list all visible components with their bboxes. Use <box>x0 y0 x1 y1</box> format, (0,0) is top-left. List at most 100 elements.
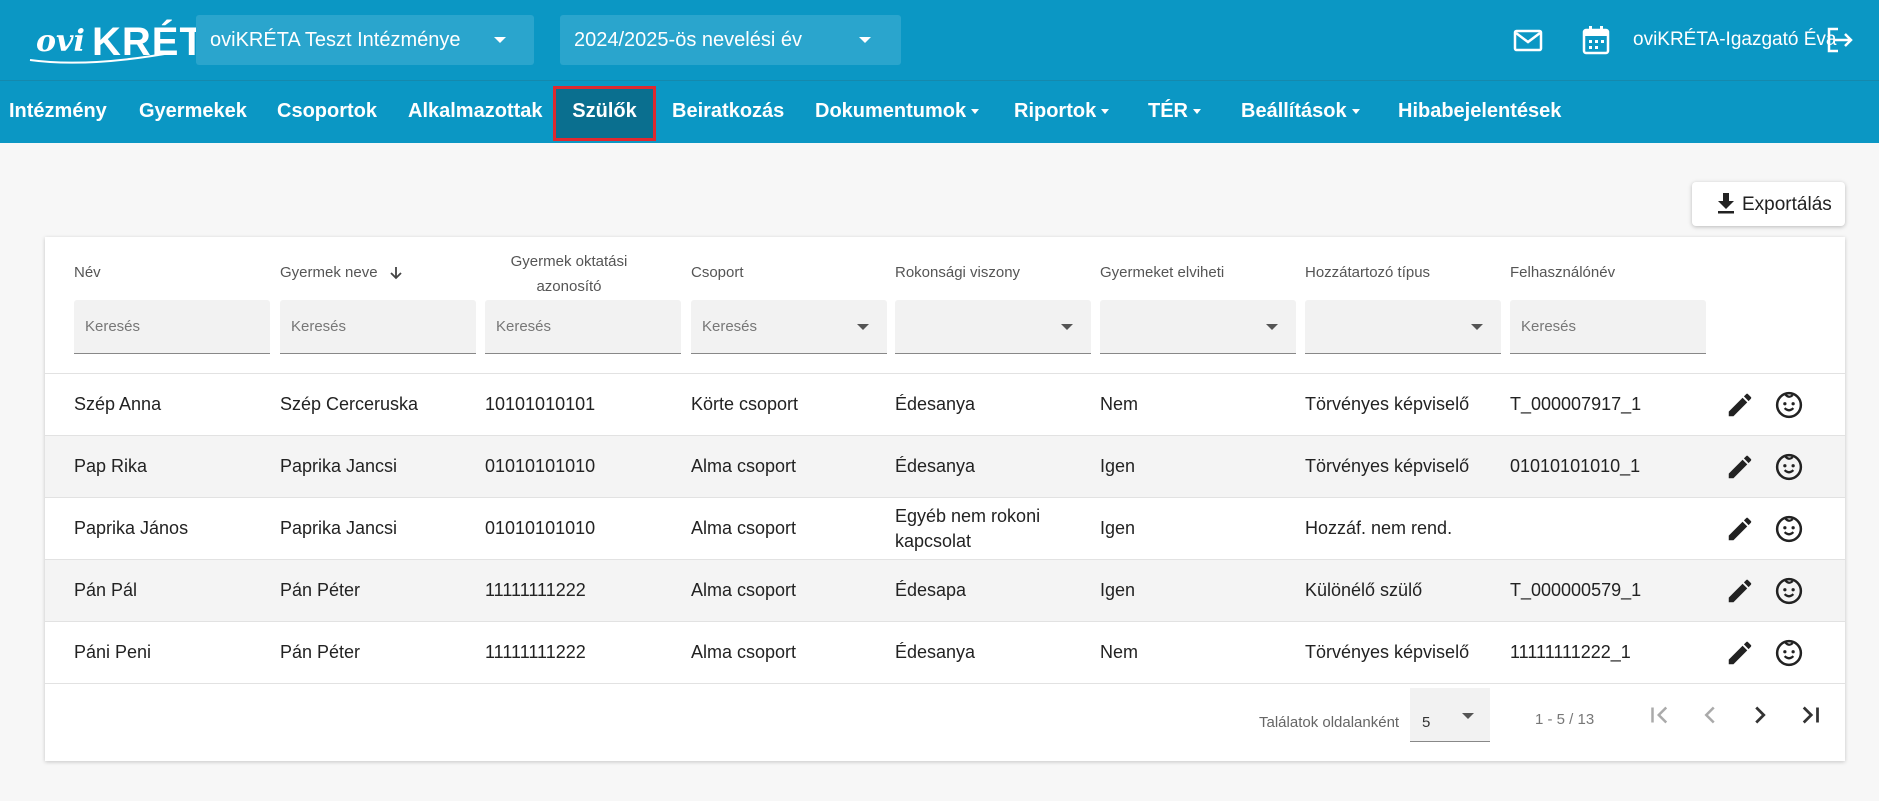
export-button[interactable]: Exportálás <box>1692 182 1845 226</box>
cell-nev: Szép Anna <box>74 394 162 414</box>
cell-rokonsagi-viszony: Édesanya <box>895 642 976 662</box>
filter-placeholder: Keresés <box>702 318 758 335</box>
cell-gyermek-neve: Paprika Jancsi <box>280 518 398 538</box>
nav-item-label: Riportok <box>1014 100 1097 122</box>
child-face-icon[interactable] <box>1774 452 1804 482</box>
child-face-icon[interactable] <box>1774 638 1804 668</box>
child-face-icon[interactable] <box>1774 390 1804 420</box>
nav-item-label: Beiratkozás <box>672 100 785 122</box>
nav-item-label: Hibabejelentések <box>1398 100 1562 122</box>
nav-item-label: Csoportok <box>277 100 377 122</box>
table-row[interactable]: Pap Rika Paprika Jancsi 01010101010 Alma… <box>45 436 1845 497</box>
page-range-text: 1 - 5 / 13 <box>1535 711 1595 728</box>
nav-item-hibabejelentesek[interactable]: Hibabejelentések <box>1398 80 1561 143</box>
cell-csoport: Alma csoport <box>691 580 797 600</box>
filter-nev-input[interactable]: Keresés <box>74 300 270 354</box>
last-page-icon[interactable] <box>1795 700 1825 730</box>
cell-elviheti: Igen <box>1100 456 1136 476</box>
cell-elviheti: Nem <box>1100 394 1139 414</box>
cell-hozzatartozo-tipus: Törvényes képviselő <box>1305 456 1470 476</box>
edit-pencil-icon[interactable] <box>1725 514 1755 544</box>
row-divider <box>45 683 1845 684</box>
filter-felhasznalonev-input[interactable]: Keresés <box>1510 300 1706 354</box>
nav-item-label: Alkalmazottak <box>408 100 543 122</box>
nav-item-ter[interactable]: TÉR <box>1148 80 1201 143</box>
col-header-gyermek-neve[interactable]: Gyermek neve <box>280 264 404 281</box>
nav-item-beallitasok[interactable]: Beállítások <box>1241 80 1360 143</box>
cell-hozzatartozo-tipus: Különélő szülő <box>1305 580 1423 600</box>
cell-csoport: Alma csoport <box>691 518 797 538</box>
first-page-icon[interactable] <box>1645 700 1675 730</box>
child-face-icon[interactable] <box>1774 514 1804 544</box>
col-header-nev[interactable]: Név <box>74 264 101 281</box>
dropdown-caret-icon <box>971 109 980 115</box>
col-header-label: Gyermek neve <box>280 264 378 281</box>
school-year-select[interactable]: 2024/2025-ös nevelési év <box>560 15 901 65</box>
cell-rokonsagi-viszony: Édesanya <box>895 456 976 476</box>
nav-item-alkalmazottak[interactable]: Alkalmazottak <box>408 80 543 143</box>
cell-felhasznalonev: T_000007917_1 <box>1510 394 1642 414</box>
download-icon <box>1718 193 1734 214</box>
edit-pencil-icon[interactable] <box>1725 452 1755 482</box>
table-row[interactable]: Szép Anna Szép Cerceruska 10101010101 Kö… <box>45 374 1845 435</box>
cell-azonosito: 10101010101 <box>485 394 596 414</box>
table-row[interactable]: Páni Peni Pán Péter 11111111222 Alma cso… <box>45 622 1845 683</box>
cell-gyermek-neve: Paprika Jancsi <box>280 456 398 476</box>
child-face-icon[interactable] <box>1774 576 1804 606</box>
institution-select[interactable]: oviKRÉTA Teszt Intézménye <box>196 15 534 65</box>
table-row[interactable]: Paprika János Paprika Jancsi 01010101010… <box>45 498 1845 559</box>
chevron-down-icon <box>1462 713 1474 719</box>
chevron-down-icon <box>1471 324 1483 330</box>
previous-page-icon[interactable] <box>1695 700 1725 730</box>
filter-hozzatartozo-tipus-select[interactable] <box>1305 300 1501 354</box>
calendar-icon[interactable] <box>1580 24 1612 56</box>
dropdown-caret-icon <box>1101 109 1110 115</box>
edit-pencil-icon[interactable] <box>1725 638 1755 668</box>
col-header-gyermek-oktatasi-azonosito[interactable]: Gyermek oktatási azonosító <box>485 249 653 299</box>
page-size-label: Találatok oldalanként <box>1259 714 1400 731</box>
cell-felhasznalonev: 01010101010_1 <box>1510 456 1641 476</box>
nav-item-label: Dokumentumok <box>815 100 967 122</box>
nav-item-csoportok[interactable]: Csoportok <box>277 80 377 143</box>
mail-icon[interactable] <box>1512 24 1544 56</box>
cell-rokonsagi-viszony: Édesapa <box>895 580 967 600</box>
nav-item-gyermekek[interactable]: Gyermekek <box>139 80 247 143</box>
nav-item-szulok[interactable]: Szülők <box>553 80 656 143</box>
edit-pencil-icon[interactable] <box>1725 390 1755 420</box>
app-logo[interactable]: ovi KRÉTA <box>28 18 231 64</box>
filter-gyermek-neve-input[interactable]: Keresés <box>280 300 476 354</box>
cell-rokonsagi-viszony: Édesanya <box>895 394 976 414</box>
cell-gyermek-neve: Pán Péter <box>280 580 361 600</box>
cell-nev: Pán Pál <box>74 580 138 600</box>
col-header-rokonsagi-viszony[interactable]: Rokonsági viszony <box>895 264 1020 281</box>
filter-rokonsagi-viszony-select[interactable] <box>895 300 1091 354</box>
nav-item-dokumentumok[interactable]: Dokumentumok <box>815 80 980 143</box>
nav-item-intezmeny[interactable]: Intézmény <box>9 80 107 143</box>
nav-item-riportok[interactable]: Riportok <box>1014 80 1110 143</box>
school-year-select-value: 2024/2025-ös nevelési év <box>574 29 802 51</box>
col-header-csoport[interactable]: Csoport <box>691 264 744 281</box>
cell-csoport: Körte csoport <box>691 394 799 414</box>
chevron-down-icon <box>857 324 869 330</box>
cell-azonosito: 11111111222 <box>485 642 586 662</box>
logo-swoosh-icon <box>29 51 177 64</box>
edit-pencil-icon[interactable] <box>1725 576 1755 606</box>
col-header-hozzatartozo-tipus[interactable]: Hozzátartozó típus <box>1305 264 1430 281</box>
col-header-gyermeket-elviheti[interactable]: Gyermeket elviheti <box>1100 264 1224 281</box>
filter-placeholder: Keresés <box>85 318 141 335</box>
filter-placeholder: Keresés <box>496 318 552 335</box>
page-size-select[interactable]: 5 <box>1410 688 1490 742</box>
col-header-felhasznalonev[interactable]: Felhasználónév <box>1510 264 1615 281</box>
sort-arrow-down-icon <box>390 267 402 280</box>
table-row[interactable]: Pán Pál Pán Péter 11111111222 Alma csopo… <box>45 560 1845 621</box>
next-page-icon[interactable] <box>1745 700 1775 730</box>
filter-csoport-select[interactable]: Keresés <box>691 300 887 354</box>
filter-gyermeket-elviheti-select[interactable] <box>1100 300 1296 354</box>
logout-icon[interactable] <box>1824 24 1856 56</box>
cell-rokonsagi-viszony: Egyéb nem rokoni kapcsolat <box>895 505 1041 551</box>
cell-felhasznalonev: 11111111222_1 <box>1510 642 1631 662</box>
filter-azonosito-input[interactable]: Keresés <box>485 300 681 354</box>
current-user-name[interactable]: oviKRÉTA-Igazgató Éva <box>1633 29 1836 51</box>
nav-item-beiratkozas[interactable]: Beiratkozás <box>672 80 784 143</box>
filter-placeholder: Keresés <box>1521 318 1577 335</box>
